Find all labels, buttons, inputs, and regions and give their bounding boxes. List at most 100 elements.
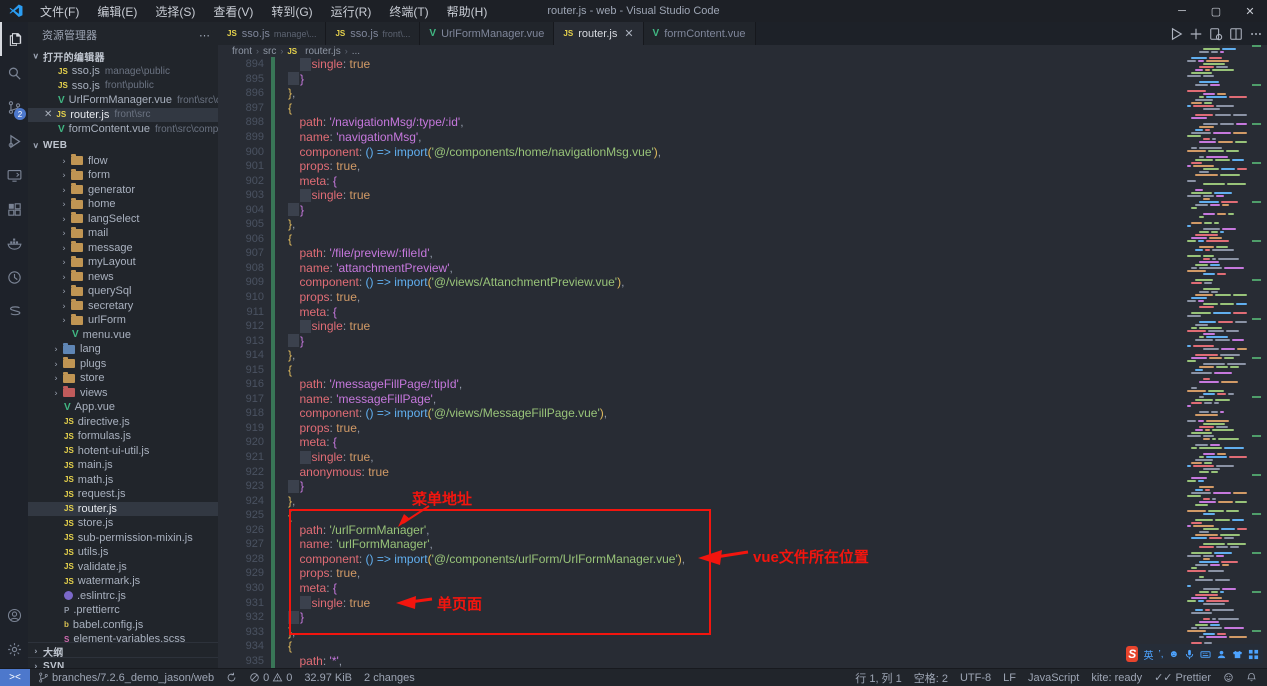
toolbox-person-icon[interactable]	[1216, 649, 1227, 660]
menu-g[interactable]: 转到(G)	[263, 1, 320, 22]
explorer-more-actions[interactable]: ⋯	[199, 29, 210, 42]
tab-router.js[interactable]: JS router.js ✕	[554, 22, 644, 45]
tree-item-message[interactable]: › message	[28, 241, 218, 256]
tree-item-myLayout[interactable]: › myLayout	[28, 255, 218, 270]
ime-punct-mode[interactable]: ’,	[1158, 649, 1163, 660]
close-button[interactable]: ✕	[1233, 0, 1267, 22]
tree-item-formulas.js[interactable]: JS formulas.js	[28, 429, 218, 444]
workspace-section[interactable]: ∨ WEB	[28, 138, 218, 154]
code-line-921[interactable]: 921 single: true,	[218, 450, 1267, 465]
feedback-icon[interactable]	[1223, 672, 1234, 683]
tab-UrlFormManager.vue[interactable]: V UrlFormManager.vue	[420, 22, 555, 45]
activity-settings-icon[interactable]	[0, 632, 28, 666]
code-line-900[interactable]: 900 component: () => import('@/components…	[218, 144, 1267, 159]
overview-ruler[interactable]	[1249, 45, 1267, 668]
code-line-929[interactable]: 929 props: true,	[218, 566, 1267, 581]
code-line-897[interactable]: 897 {	[218, 101, 1267, 116]
tree-item-secretary[interactable]: › secretary	[28, 299, 218, 314]
tree-item-router.js[interactable]: JS router.js	[28, 501, 218, 516]
code-line-894[interactable]: 894 single: true	[218, 57, 1267, 72]
code-line-924[interactable]: 924},	[218, 493, 1267, 508]
eol-status[interactable]: LF	[1003, 672, 1016, 684]
code-line-901[interactable]: 901 props: true,	[218, 159, 1267, 174]
tree-item-mail[interactable]: › mail	[28, 226, 218, 241]
split-editor-icon[interactable]	[1229, 27, 1243, 41]
code-line-923[interactable]: 923}	[218, 479, 1267, 494]
tree-item-request.js[interactable]: JS request.js	[28, 487, 218, 502]
open-editor-sso.js[interactable]: JS sso.js front\public	[28, 79, 218, 94]
code-line-915[interactable]: 915 {	[218, 362, 1267, 377]
tree-item-urlForm[interactable]: › urlForm	[28, 313, 218, 328]
breadcrumb-item-src[interactable]: src	[263, 46, 276, 57]
open-changes-icon[interactable]	[1209, 27, 1223, 41]
code-line-935[interactable]: 935 path: '*',	[218, 653, 1267, 668]
code-line-896[interactable]: 896},	[218, 86, 1267, 101]
breadcrumb-item-router.js[interactable]: router.js	[305, 46, 341, 57]
code-line-903[interactable]: 903 single: true	[218, 188, 1267, 203]
tree-item-store[interactable]: › store	[28, 371, 218, 386]
open-editors-section[interactable]: ∨ 打开的编辑器	[28, 48, 218, 64]
menu-s[interactable]: 选择(S)	[147, 1, 203, 22]
tree-item-flow[interactable]: › flow	[28, 154, 218, 169]
code-line-912[interactable]: 912 single: true	[218, 319, 1267, 334]
tree-item-lang[interactable]: › lang	[28, 342, 218, 357]
code-line-920[interactable]: 920 meta: {	[218, 435, 1267, 450]
tab-close-icon[interactable]: ✕	[624, 27, 633, 40]
close-icon[interactable]: ✕	[44, 109, 52, 120]
activity-explorer-icon[interactable]	[0, 22, 28, 56]
code-line-922[interactable]: 922 anonymous: true	[218, 464, 1267, 479]
tree-item-news[interactable]: › news	[28, 270, 218, 285]
activity-search-icon[interactable]	[0, 56, 28, 90]
code-line-925[interactable]: 925 {	[218, 508, 1267, 523]
kite-status[interactable]: kite: ready	[1091, 672, 1142, 684]
ime-toolbar[interactable]: S 英 ’, ☻	[1122, 644, 1263, 664]
code-line-919[interactable]: 919 props: true,	[218, 421, 1267, 436]
code-line-930[interactable]: 930 meta: {	[218, 581, 1267, 596]
tab-sso.js[interactable]: JS sso.js front\...	[326, 22, 421, 45]
code-line-911[interactable]: 911 meta: {	[218, 304, 1267, 319]
activity-account-icon[interactable]	[0, 598, 28, 632]
code-line-932[interactable]: 932}	[218, 610, 1267, 625]
code-line-913[interactable]: 913}	[218, 333, 1267, 348]
activity-s-plugin-icon[interactable]	[0, 294, 28, 328]
code-line-927[interactable]: 927 name: 'urlFormManager',	[218, 537, 1267, 552]
tree-item-math.js[interactable]: JS math.js	[28, 473, 218, 488]
activity-extensions-icon[interactable]	[0, 192, 28, 226]
tree-item-langSelect[interactable]: › langSelect	[28, 212, 218, 227]
tree-item-menu.vue[interactable]: Vmenu.vue	[28, 328, 218, 343]
code-line-916[interactable]: 916 path: '/messageFillPage/:tipId',	[218, 377, 1267, 392]
tree-item-hotent-ui-util.js[interactable]: JS hotent-ui-util.js	[28, 444, 218, 459]
tab-formContent.vue[interactable]: VformContent.vue	[643, 22, 756, 45]
tree-item-validate.js[interactable]: JS validate.js	[28, 560, 218, 575]
menu-e[interactable]: 编辑(E)	[89, 1, 145, 22]
code-line-905[interactable]: 905},	[218, 217, 1267, 232]
language-mode[interactable]: JavaScript	[1028, 672, 1079, 684]
open-editor-router.js[interactable]: ✕ JS router.js front\src	[28, 107, 218, 122]
changes-status[interactable]: 2 changes	[364, 672, 415, 684]
activity-docker-icon[interactable]	[0, 226, 28, 260]
tree-item-querySql[interactable]: › querySql	[28, 284, 218, 299]
cursor-position[interactable]: 行 1, 列 1	[855, 670, 901, 686]
open-editor-sso.js[interactable]: JS sso.js manage\public	[28, 64, 218, 79]
breadcrumb[interactable]: front › src › JS router.js ›...	[218, 45, 1267, 57]
code-line-928[interactable]: 928 component: () => import('@/components…	[218, 552, 1267, 567]
prettier-status[interactable]: ✓✓ Prettier	[1154, 671, 1211, 685]
svn-section[interactable]: › SVN	[28, 657, 218, 668]
breadcrumb-item-front[interactable]: front	[232, 46, 252, 57]
code-line-908[interactable]: 908 name: 'attanchmentPreview',	[218, 261, 1267, 276]
code-line-933[interactable]: 933},	[218, 624, 1267, 639]
tree-item-store.js[interactable]: JS store.js	[28, 516, 218, 531]
code-line-926[interactable]: 926 path: '/urlFormManager',	[218, 523, 1267, 538]
microphone-icon[interactable]	[1184, 649, 1195, 660]
breadcrumb-item-...[interactable]: ...	[352, 46, 360, 57]
code-line-934[interactable]: 934 {	[218, 639, 1267, 654]
tree-item-.prettierrc[interactable]: P .prettierrc	[28, 603, 218, 618]
minimap[interactable]	[1187, 45, 1249, 668]
emoji-icon[interactable]: ☻	[1168, 649, 1179, 660]
menu-t[interactable]: 终端(T)	[381, 1, 436, 22]
minimize-button[interactable]: ─	[1165, 0, 1199, 22]
notifications-bell-icon[interactable]	[1246, 672, 1257, 683]
plus-icon[interactable]	[1189, 27, 1203, 41]
open-editor-UrlFormManager.vue[interactable]: VUrlFormManager.vue front\src\comp...	[28, 93, 218, 108]
more-icon[interactable]	[1249, 27, 1263, 41]
